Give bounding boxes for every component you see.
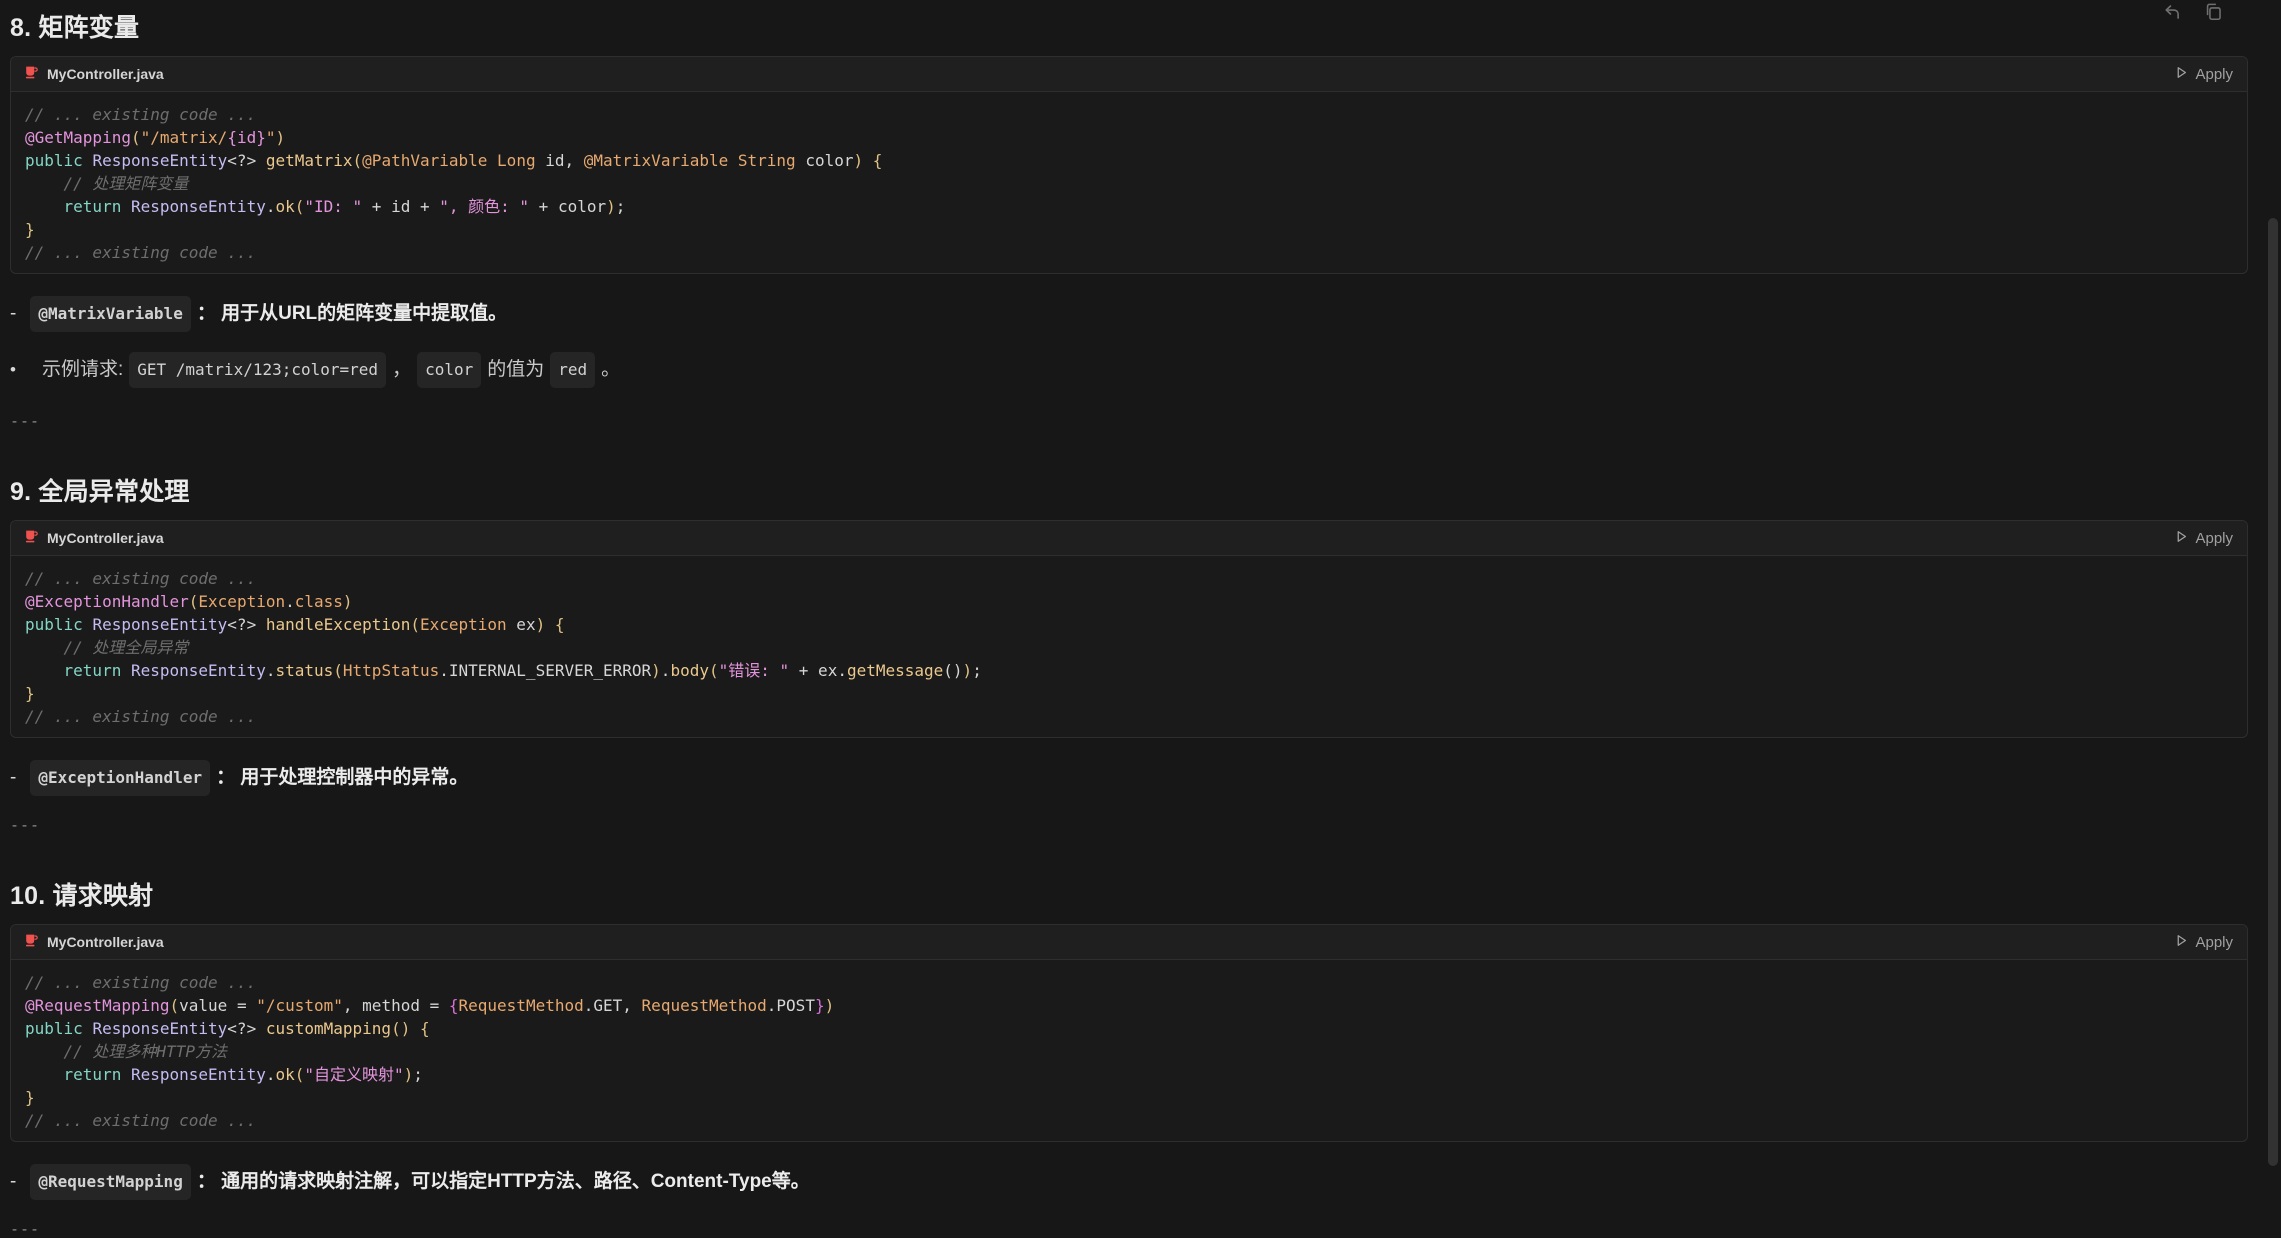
file-name: MyController.java: [47, 66, 164, 82]
note-line: -@ExceptionHandler： 用于处理控制器中的异常。: [10, 760, 2260, 796]
code-line: // ... existing code ...: [25, 241, 2237, 264]
code-line: @ExceptionHandler(Exception.class): [25, 590, 2237, 613]
vertical-scrollbar-thumb[interactable]: [2268, 218, 2278, 1166]
message-section: 9. 全局异常处理 MyController.java Apply // ... ex…: [10, 472, 2260, 834]
file-name: MyController.java: [47, 934, 164, 950]
inline-code: @ExceptionHandler: [30, 760, 210, 796]
apply-button[interactable]: Apply: [2175, 934, 2233, 951]
code-line: // 处理矩阵变量: [25, 172, 2237, 195]
file-info: MyController.java: [23, 64, 164, 85]
code-block: MyController.java Apply // ... existing co…: [10, 520, 2248, 738]
code-body: // ... existing code ...@RequestMapping(…: [11, 960, 2247, 1141]
code-line: // 处理多种HTTP方法: [25, 1040, 2237, 1063]
java-file-icon: [23, 528, 39, 549]
code-line: }: [25, 1086, 2237, 1109]
message-section: 8. 矩阵变量 MyController.java Apply // ... exis…: [10, 8, 2260, 430]
java-file-icon: [23, 932, 39, 953]
inline-code: @MatrixVariable: [30, 296, 191, 332]
code-body: // ... existing code ...@GetMapping("/ma…: [11, 92, 2247, 273]
code-line: return ResponseEntity.ok("自定义映射");: [25, 1063, 2237, 1086]
code-line: // ... existing code ...: [25, 1109, 2237, 1132]
file-name: MyController.java: [47, 530, 164, 546]
file-info: MyController.java: [23, 932, 164, 953]
apply-button[interactable]: Apply: [2175, 66, 2233, 83]
note-bold-text: ： 用于从URL的矩阵变量中提取值。: [197, 299, 507, 329]
code-block-header: MyController.java Apply: [11, 521, 2247, 556]
code-line: return ResponseEntity.status(HttpStatus.…: [25, 659, 2237, 682]
code-block-header: MyController.java Apply: [11, 57, 2247, 92]
play-outline-icon: [2175, 66, 2188, 83]
code-line: }: [25, 218, 2237, 241]
code-line: @RequestMapping(value = "/custom", metho…: [25, 994, 2237, 1017]
top-toolbar: [2162, 2, 2223, 22]
code-line: // 处理全局异常: [25, 636, 2237, 659]
section-heading: 10. 请求映射: [10, 876, 2260, 912]
code-line: // ... existing code ...: [25, 567, 2237, 590]
section-heading: 9. 全局异常处理: [10, 472, 2260, 508]
undo-icon[interactable]: [2162, 2, 2182, 22]
note-marker: -: [10, 763, 16, 793]
code-line: public ResponseEntity<?> handleException…: [25, 613, 2237, 636]
chat-content: 8. 矩阵变量 MyController.java Apply // ... exis…: [0, 0, 2260, 1238]
play-outline-icon: [2175, 934, 2188, 951]
note-marker: -: [10, 1167, 16, 1197]
inline-code: GET /matrix/123;color=red: [129, 352, 386, 388]
inline-code: color: [417, 352, 481, 388]
file-info: MyController.java: [23, 528, 164, 549]
code-line: }: [25, 682, 2237, 705]
markdown-divider: ---: [10, 412, 2260, 430]
code-line: // ... existing code ...: [25, 705, 2237, 728]
note-bold-text: ： 用于处理控制器中的异常。: [216, 763, 468, 793]
note-marker: -: [10, 299, 16, 329]
note-line: -@MatrixVariable： 用于从URL的矩阵变量中提取值。: [10, 296, 2260, 332]
code-block: MyController.java Apply // ... existing co…: [10, 924, 2248, 1142]
code-line: // ... existing code ...: [25, 971, 2237, 994]
message-section: 10. 请求映射 MyController.java Apply // ... exi…: [10, 876, 2260, 1238]
apply-label: Apply: [2195, 66, 2233, 83]
code-line: public ResponseEntity<?> getMatrix(@Path…: [25, 149, 2237, 172]
apply-label: Apply: [2195, 934, 2233, 951]
markdown-divider: ---: [10, 1220, 2260, 1238]
note-line: -@RequestMapping： 通用的请求映射注解，可以指定HTTP方法、路…: [10, 1164, 2260, 1200]
note-text: 的值为: [487, 355, 544, 385]
note-line: • 示例请求: GET /matrix/123;color=red，color 的…: [10, 352, 2260, 388]
play-outline-icon: [2175, 530, 2188, 547]
code-line: return ResponseEntity.ok("ID: " + id + "…: [25, 195, 2237, 218]
code-line: @GetMapping("/matrix/{id}"): [25, 126, 2237, 149]
code-line: public ResponseEntity<?> customMapping()…: [25, 1017, 2237, 1040]
code-body: // ... existing code ...@ExceptionHandle…: [11, 556, 2247, 737]
inline-code: @RequestMapping: [30, 1164, 191, 1200]
code-block-header: MyController.java Apply: [11, 925, 2247, 960]
inline-code: red: [550, 352, 595, 388]
note-marker: •: [10, 355, 16, 385]
code-line: // ... existing code ...: [25, 103, 2237, 126]
section-heading: 8. 矩阵变量: [10, 8, 2260, 44]
note-text: 示例请求:: [42, 355, 123, 385]
apply-button[interactable]: Apply: [2175, 530, 2233, 547]
apply-label: Apply: [2195, 530, 2233, 547]
code-block: MyController.java Apply // ... existing co…: [10, 56, 2248, 274]
note-text: ，: [392, 355, 411, 385]
java-file-icon: [23, 64, 39, 85]
copy-icon[interactable]: [2204, 2, 2223, 22]
note-bold-text: ： 通用的请求映射注解，可以指定HTTP方法、路径、Content-Type等。: [197, 1167, 810, 1197]
note-text: 。: [601, 355, 620, 385]
markdown-divider: ---: [10, 816, 2260, 834]
